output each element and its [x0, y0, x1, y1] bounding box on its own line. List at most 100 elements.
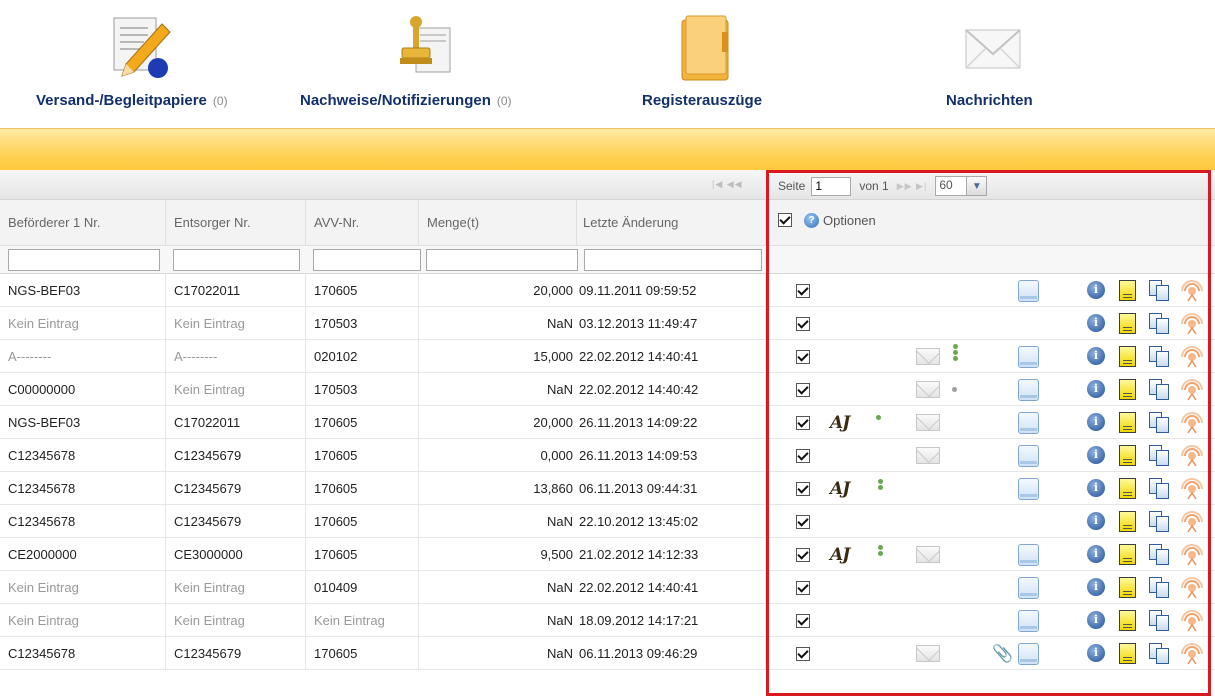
feed-icon[interactable]: [1181, 577, 1203, 599]
feed-icon[interactable]: [1181, 313, 1203, 335]
feed-icon[interactable]: [1181, 610, 1203, 632]
row-checkbox[interactable]: [796, 548, 810, 562]
column-header-carrier[interactable]: Beförderer 1 Nr.: [0, 200, 166, 246]
envelope-icon[interactable]: [916, 414, 940, 431]
document-icon[interactable]: [1018, 280, 1039, 302]
table-row[interactable]: C00000000 Kein Eintrag 170503 NaN 22.02.2012…: [0, 373, 1215, 406]
info-icon[interactable]: i: [1087, 347, 1105, 365]
filter-disposer-input[interactable]: [173, 249, 300, 271]
info-icon[interactable]: i: [1087, 281, 1105, 299]
table-row[interactable]: NGS-BEF03 C17022011 170605 20,000 26.11.2013…: [0, 406, 1215, 439]
table-row[interactable]: Kein Eintrag Kein Eintrag 010409 NaN 22.02.2…: [0, 571, 1215, 604]
filter-amount-input[interactable]: [426, 249, 578, 271]
nav-item-messages[interactable]: Nachrichten: [930, 0, 1050, 128]
document-icon[interactable]: [1018, 544, 1039, 566]
table-row[interactable]: CE2000000 CE3000000 170605 9,500 21.02.2012 …: [0, 538, 1215, 571]
row-checkbox[interactable]: [796, 614, 810, 628]
row-checkbox[interactable]: [796, 647, 810, 661]
document-icon[interactable]: [1018, 346, 1039, 368]
filter-last-change-input[interactable]: [584, 249, 762, 271]
info-icon[interactable]: i: [1087, 314, 1105, 332]
feed-icon[interactable]: [1181, 544, 1203, 566]
feed-icon[interactable]: [1181, 445, 1203, 467]
copy-icon[interactable]: [1149, 577, 1171, 599]
signature-icon[interactable]: AJ: [830, 545, 850, 565]
note-icon[interactable]: [1119, 544, 1136, 565]
info-icon[interactable]: i: [1087, 545, 1105, 563]
feed-icon[interactable]: [1181, 643, 1203, 665]
signature-icon[interactable]: AJ: [830, 479, 850, 499]
column-header-avv[interactable]: AVV-Nr.: [306, 200, 419, 246]
note-icon[interactable]: [1119, 346, 1136, 367]
nav-item-certificates[interactable]: Nachweise/Notifizierungen (0): [300, 0, 550, 128]
copy-icon[interactable]: [1149, 280, 1171, 302]
copy-icon[interactable]: [1149, 610, 1171, 632]
options-label[interactable]: Optionen: [823, 213, 876, 228]
table-row[interactable]: C12345678 C12345679 170605 NaN 06.11.2013 09…: [0, 637, 1215, 670]
copy-icon[interactable]: [1149, 412, 1171, 434]
nav-item-shipping-papers[interactable]: Versand-/Begleitpapiere (0): [36, 0, 256, 128]
row-checkbox[interactable]: [796, 482, 810, 496]
info-icon[interactable]: i: [1087, 413, 1105, 431]
row-checkbox[interactable]: [796, 317, 810, 331]
chevron-down-icon[interactable]: ▼: [967, 176, 988, 196]
row-checkbox[interactable]: [796, 284, 810, 298]
document-icon[interactable]: [1018, 577, 1039, 599]
copy-icon[interactable]: [1149, 511, 1171, 533]
copy-icon[interactable]: [1149, 544, 1171, 566]
first-prev-page-arrows-icon[interactable]: |◀ ◀◀: [712, 179, 743, 190]
row-checkbox[interactable]: [796, 350, 810, 364]
envelope-icon[interactable]: [916, 348, 940, 365]
note-icon[interactable]: [1119, 280, 1136, 301]
row-checkbox[interactable]: [796, 581, 810, 595]
envelope-icon[interactable]: [916, 645, 940, 662]
table-row[interactable]: NGS-BEF03 C17022011 170605 20,000 09.11.2011…: [0, 274, 1215, 307]
document-icon[interactable]: [1018, 445, 1039, 467]
copy-icon[interactable]: [1149, 478, 1171, 500]
document-icon[interactable]: [1018, 643, 1039, 665]
table-row[interactable]: C12345678 C12345679 170605 13,860 06.11.2013…: [0, 472, 1215, 505]
info-icon[interactable]: i: [1087, 644, 1105, 662]
copy-icon[interactable]: [1149, 313, 1171, 335]
info-icon[interactable]: i: [1087, 578, 1105, 596]
feed-icon[interactable]: [1181, 280, 1203, 302]
table-row[interactable]: Kein Eintrag Kein Eintrag 170503 NaN 03.12.2…: [0, 307, 1215, 340]
document-icon[interactable]: [1018, 610, 1039, 632]
help-icon[interactable]: ?: [804, 212, 819, 228]
next-last-page-arrows-icon[interactable]: ▶▶ ▶|: [897, 181, 928, 192]
nav-item-register-extracts[interactable]: Registerauszüge: [628, 0, 788, 128]
note-icon[interactable]: [1119, 313, 1136, 334]
rows-per-page-select[interactable]: 60 ▼: [935, 176, 988, 196]
select-all-checkbox[interactable]: [778, 213, 792, 227]
note-icon[interactable]: [1119, 379, 1136, 400]
document-icon[interactable]: [1018, 412, 1039, 434]
note-icon[interactable]: [1119, 478, 1136, 499]
column-header-disposer[interactable]: Entsorger Nr.: [166, 200, 306, 246]
envelope-icon[interactable]: [916, 546, 940, 563]
note-icon[interactable]: [1119, 412, 1136, 433]
table-row[interactable]: C12345678 C12345679 170605 0,000 26.11.2013 …: [0, 439, 1215, 472]
row-checkbox[interactable]: [796, 383, 810, 397]
envelope-icon[interactable]: [916, 381, 940, 398]
paperclip-icon[interactable]: 📎: [992, 644, 1013, 664]
info-icon[interactable]: i: [1087, 479, 1105, 497]
info-icon[interactable]: i: [1087, 611, 1105, 629]
envelope-icon[interactable]: [916, 447, 940, 464]
feed-icon[interactable]: [1181, 511, 1203, 533]
filter-carrier-input[interactable]: [8, 249, 160, 271]
copy-icon[interactable]: [1149, 643, 1171, 665]
info-icon[interactable]: i: [1087, 446, 1105, 464]
feed-icon[interactable]: [1181, 346, 1203, 368]
column-header-last-change[interactable]: Letzte Änderung: [577, 200, 766, 246]
row-checkbox[interactable]: [796, 449, 810, 463]
filter-avv-input[interactable]: [313, 249, 421, 271]
feed-icon[interactable]: [1181, 478, 1203, 500]
note-icon[interactable]: [1119, 643, 1136, 664]
signature-icon[interactable]: AJ: [830, 413, 850, 433]
document-icon[interactable]: [1018, 478, 1039, 500]
table-row[interactable]: A-------- A-------- 020102 15,000 22.02.2012…: [0, 340, 1215, 373]
table-row[interactable]: C12345678 C12345679 170605 NaN 22.10.2012 13…: [0, 505, 1215, 538]
row-checkbox[interactable]: [796, 416, 810, 430]
page-input[interactable]: [811, 176, 852, 196]
info-icon[interactable]: i: [1087, 380, 1105, 398]
